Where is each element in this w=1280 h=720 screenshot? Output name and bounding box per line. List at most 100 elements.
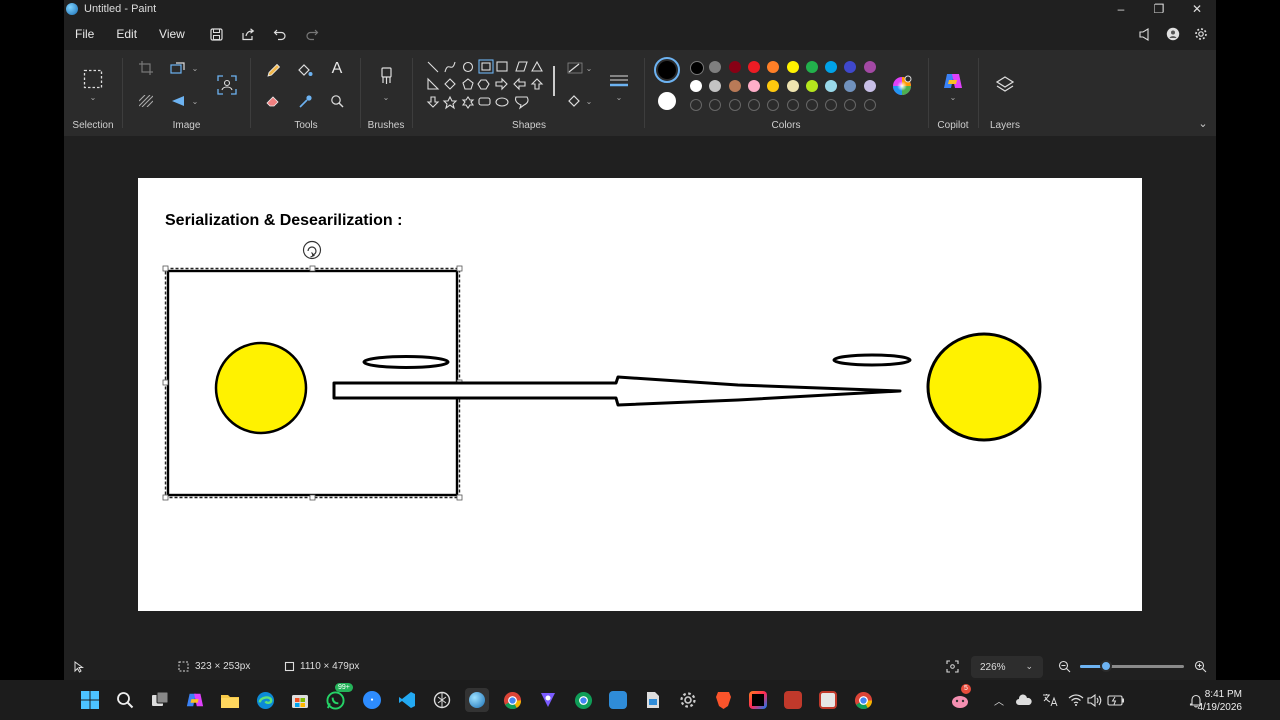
shapes-scrollbar[interactable] [553, 66, 555, 96]
color-swatch[interactable] [825, 80, 838, 92]
zoom-app-icon[interactable]: ● [360, 688, 384, 712]
battery-charging-icon[interactable] [1104, 688, 1128, 712]
custom-color-slot[interactable] [863, 99, 876, 111]
chrome-extra-icon[interactable] [851, 688, 875, 712]
menu-file[interactable]: File [64, 27, 105, 41]
line-size-icon[interactable] [608, 72, 630, 90]
shapes-gallery[interactable] [424, 58, 548, 120]
color-swatch[interactable] [863, 61, 876, 73]
chevron-down-icon[interactable]: ⌄ [380, 92, 392, 102]
canvas-area[interactable]: Serialization & Desearilization : [64, 136, 1216, 654]
terminal-app-icon[interactable] [781, 688, 805, 712]
color-swatch[interactable] [805, 80, 818, 92]
fill-bucket-icon[interactable] [296, 61, 314, 79]
color-swatch[interactable] [863, 80, 876, 92]
vs-code-icon[interactable] [395, 688, 419, 712]
custom-color-slot[interactable] [728, 99, 741, 111]
color-swatch[interactable] [786, 80, 799, 92]
color-swatch[interactable] [709, 80, 722, 92]
copilot-icon[interactable] [942, 70, 964, 92]
chevron-down-icon[interactable]: ⌄ [584, 60, 594, 76]
zoom-out-icon[interactable] [1058, 660, 1071, 673]
custom-color-slot[interactable] [786, 99, 799, 111]
color-picker-icon[interactable] [296, 92, 314, 110]
custom-color-slot[interactable] [825, 99, 838, 111]
start-button-icon[interactable] [78, 688, 102, 712]
microsoft-store-icon[interactable] [288, 688, 312, 712]
menu-edit[interactable]: Edit [105, 27, 148, 41]
openai-icon[interactable] [430, 688, 454, 712]
redo-icon[interactable] [305, 28, 319, 41]
notification-bell-icon[interactable] [1184, 688, 1208, 712]
color-swatch[interactable] [844, 80, 857, 92]
secondary-color-swatch[interactable] [658, 92, 676, 110]
share-icon[interactable] [241, 27, 255, 41]
color-swatch[interactable] [728, 61, 741, 73]
rotate-flip-icon[interactable] [170, 93, 186, 109]
files-app-icon[interactable] [641, 688, 665, 712]
color-swatch[interactable] [709, 61, 722, 73]
color-swatch[interactable] [825, 61, 838, 73]
custom-color-slot[interactable] [709, 99, 722, 111]
paint-taskbar-icon[interactable] [465, 688, 489, 712]
chrome-icon[interactable] [500, 688, 524, 712]
language-icon[interactable] [1038, 688, 1062, 712]
layers-icon[interactable] [994, 74, 1016, 96]
crop-icon[interactable] [138, 60, 154, 76]
primary-color-selector[interactable] [654, 57, 680, 83]
color-swatch[interactable] [690, 80, 702, 92]
menu-view[interactable]: View [148, 27, 196, 41]
custom-color-slot[interactable] [767, 99, 780, 111]
notepad-icon[interactable] [606, 688, 630, 712]
zoom-dropdown[interactable]: 226% ⌄ [971, 656, 1043, 678]
chevron-down-icon[interactable]: ⌄ [86, 92, 100, 102]
chrome-profile-icon[interactable] [571, 688, 595, 712]
eraser-icon[interactable] [264, 92, 282, 110]
file-explorer-icon[interactable] [218, 688, 242, 712]
color-swatch[interactable] [747, 80, 760, 92]
maximize-button[interactable]: ❐ [1140, 0, 1178, 18]
tray-overflow-chevron-icon[interactable]: ︿ [987, 688, 1011, 712]
undo-icon[interactable] [273, 28, 287, 41]
feedback-icon[interactable] [1138, 27, 1152, 41]
copilot-tray-icon[interactable]: 5 [948, 684, 972, 712]
custom-color-slot[interactable] [747, 99, 760, 111]
shape-outline-icon[interactable] [566, 60, 584, 76]
text-tool-icon[interactable]: A [328, 59, 346, 79]
chevron-down-icon[interactable]: ⌄ [613, 92, 625, 102]
zoom-slider-thumb[interactable] [1100, 660, 1112, 672]
brush-icon[interactable] [374, 64, 398, 88]
task-view-icon[interactable] [148, 688, 172, 712]
intellij-icon[interactable] [746, 688, 770, 712]
search-icon[interactable] [113, 688, 137, 712]
color-swatch[interactable] [747, 61, 760, 73]
snipping-tool-icon[interactable] [816, 688, 840, 712]
selection-rectangle-icon[interactable] [82, 68, 104, 90]
shape-fill-icon[interactable] [566, 93, 584, 109]
resize-icon[interactable] [170, 60, 186, 76]
chevron-down-icon[interactable]: ⌄ [190, 60, 200, 76]
rotate-handle[interactable] [302, 240, 322, 260]
system-settings-gear-icon[interactable] [676, 688, 700, 712]
color-swatch[interactable] [844, 61, 857, 73]
chevron-down-icon[interactable]: ⌄ [190, 93, 200, 109]
color-swatch[interactable] [728, 80, 741, 92]
whatsapp-icon[interactable]: 99+ [323, 683, 353, 712]
color-swatch[interactable] [786, 61, 799, 73]
pencil-icon[interactable] [264, 61, 282, 79]
color-swatch[interactable] [767, 61, 780, 73]
custom-color-slot[interactable] [690, 99, 702, 111]
figma-like-app-icon[interactable] [536, 688, 560, 712]
edge-browser-icon[interactable] [253, 688, 277, 712]
zoom-in-icon[interactable] [1194, 660, 1207, 673]
close-button[interactable]: ✕ [1178, 0, 1216, 18]
drawing-canvas[interactable]: Serialization & Desearilization : [138, 178, 1142, 611]
copilot-taskbar-icon[interactable] [183, 688, 207, 712]
color-swatch[interactable] [805, 61, 818, 73]
save-icon[interactable] [210, 27, 223, 41]
settings-gear-icon[interactable] [1194, 27, 1208, 41]
chevron-down-icon[interactable]: ⌄ [947, 92, 959, 102]
fit-to-window-icon[interactable] [946, 660, 959, 673]
ribbon-collapse-chevron-icon[interactable]: ⌄ [1196, 116, 1210, 130]
custom-color-slot[interactable] [805, 99, 818, 111]
